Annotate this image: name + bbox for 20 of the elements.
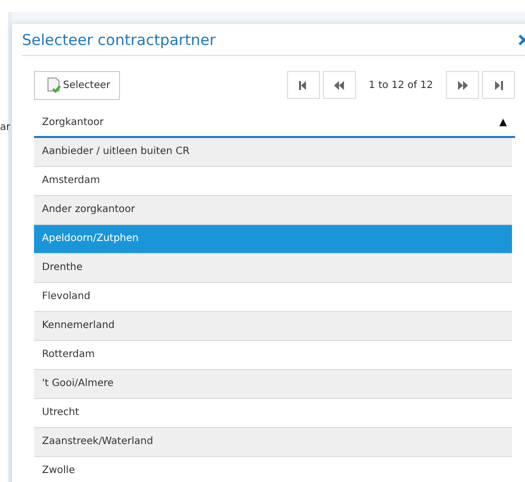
table-row[interactable]: Kennemerland	[34, 312, 512, 341]
fast-forward-icon	[458, 80, 468, 90]
last-page-button[interactable]	[482, 71, 515, 99]
table-row[interactable]: Zaanstreek/Waterland	[34, 428, 512, 457]
previous-page-button[interactable]	[322, 71, 356, 99]
table-row[interactable]: 't Gooi/Almere	[34, 370, 512, 399]
skip-first-icon	[299, 80, 308, 90]
dialog-title: Selecteer contractpartner	[22, 30, 216, 48]
select-button[interactable]: Selecteer	[34, 70, 120, 100]
document-check-icon	[47, 77, 61, 93]
skip-last-icon	[494, 80, 502, 90]
next-page-button[interactable]	[446, 71, 479, 99]
sort-icon: ▲	[499, 117, 507, 128]
page-range: 1 to 12 of 12	[368, 80, 433, 90]
table-row[interactable]: Ander zorgkantoor	[34, 196, 512, 225]
first-page-button[interactable]	[286, 71, 320, 99]
background-text: ar	[0, 122, 10, 133]
table-row[interactable]: Drenthe	[34, 254, 512, 283]
table-row[interactable]: Aanbieder / uitleen buiten CR	[34, 138, 512, 167]
rewind-icon	[334, 80, 344, 90]
